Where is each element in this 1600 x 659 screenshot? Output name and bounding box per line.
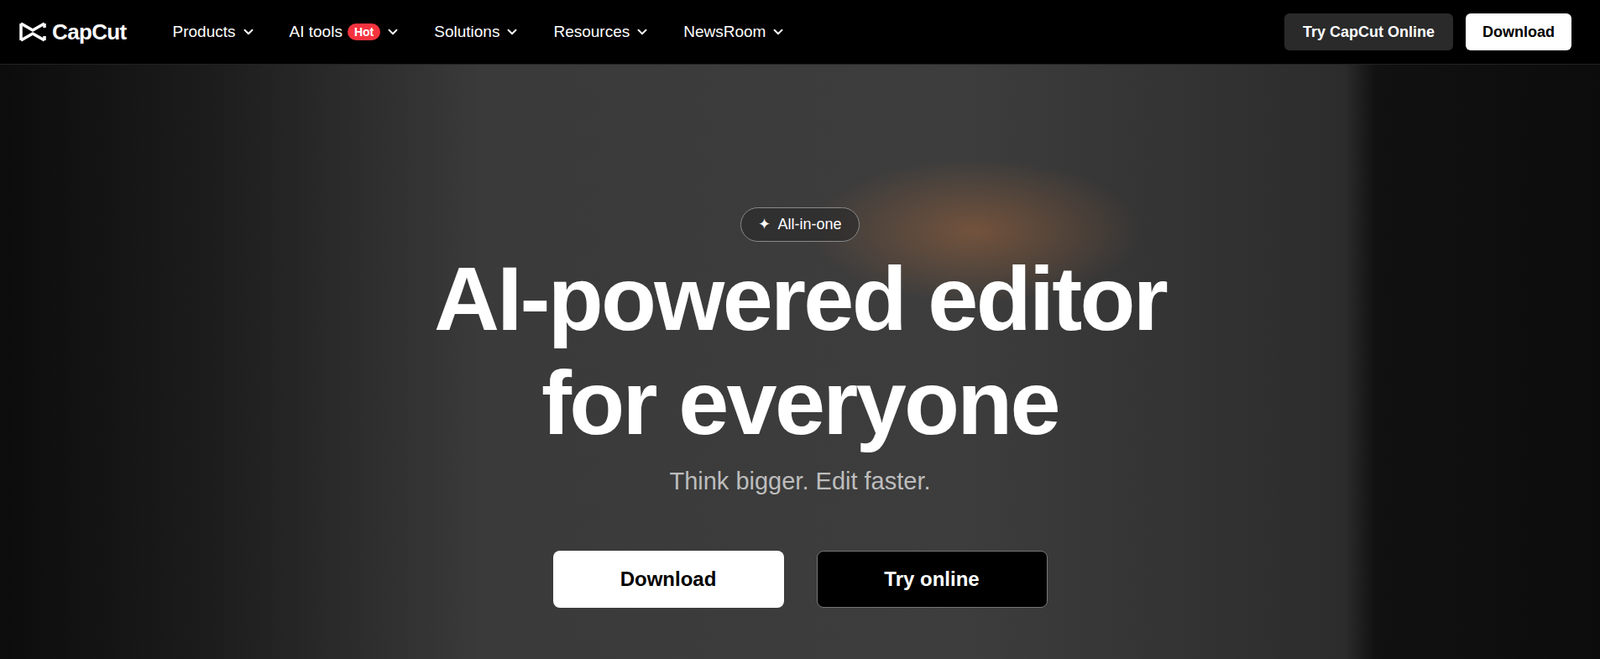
- capcut-logo-icon: [18, 20, 48, 44]
- chevron-down-icon: [240, 24, 257, 40]
- nav-menu: Products AI toolsHot Solutions Resources New…: [172, 20, 787, 45]
- top-nav: CapCut Products AI toolsHot Solutions Resour…: [0, 0, 1600, 65]
- hot-badge: Hot: [347, 23, 381, 41]
- nav-action-button[interactable]: Download: [1465, 13, 1572, 51]
- nav-item[interactable]: Solutions: [433, 20, 520, 45]
- nav-item[interactable]: Products: [172, 20, 257, 45]
- page: CapCut Products AI toolsHot Solutions Resour…: [0, 0, 1600, 659]
- nav-item[interactable]: NewsRoom: [683, 20, 786, 45]
- all-in-one-badge: ✦All-in-one: [740, 207, 859, 242]
- nav-item[interactable]: AI toolsHot: [289, 20, 402, 45]
- chevron-down-icon: [385, 24, 401, 40]
- headline-line: AI-powered editor: [433, 246, 1167, 351]
- chevron-down-icon: [770, 24, 786, 40]
- chevron-down-icon: [634, 24, 650, 40]
- nav-item[interactable]: Resources: [553, 20, 650, 45]
- hero-button[interactable]: Try online: [816, 550, 1048, 608]
- hero-subtitle: Think bigger. Edit faster.: [669, 463, 931, 501]
- hero-button[interactable]: Download: [553, 550, 785, 608]
- hero-headline: AI-powered editorfor everyone: [433, 246, 1167, 455]
- chevron-down-icon: [504, 24, 520, 40]
- nav-action-button[interactable]: Try CapCut Online: [1284, 13, 1454, 51]
- nav-actions: Try CapCut Online Download: [1284, 13, 1572, 51]
- hero: ✦All-in-one AI-powered editorfor everyone…: [0, 64, 1600, 659]
- hero-buttons: Download Try online: [553, 550, 1048, 608]
- sparkle-icon: ✦: [758, 213, 771, 236]
- logo-text: CapCut: [52, 15, 127, 49]
- logo[interactable]: CapCut: [18, 15, 127, 49]
- headline-line: for everyone: [541, 350, 1059, 455]
